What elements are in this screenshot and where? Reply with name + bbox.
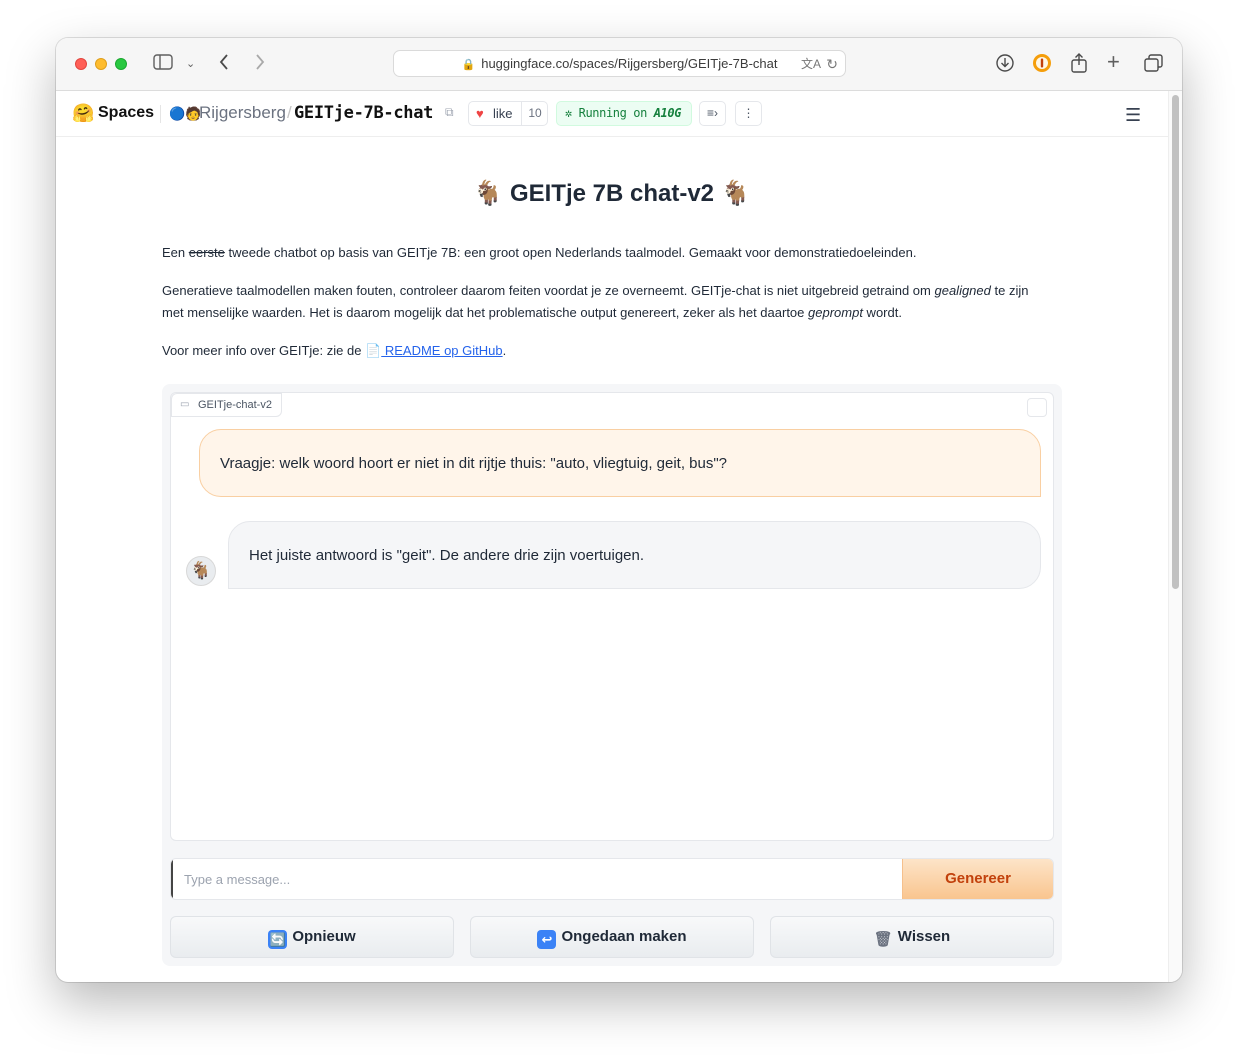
warning-paragraph: Generatieve taalmodellen maken fouten, c… [162,280,1052,324]
intro-struck: eerste [188,245,225,260]
browser-toolbar: ⌄ 🔒 huggingface.co/spaces/Rijgersberg/GEI… [56,38,1182,91]
download-icon[interactable] [995,53,1015,79]
scrollbar-thumb[interactable] [1172,95,1179,589]
bot-avatar: 🐐 [186,556,216,586]
warning-em2: geprompt [808,305,863,320]
tabs-overview-icon[interactable] [1144,54,1164,78]
user-message: Vraagje: welk woord hoort er niet in dit… [199,429,1041,497]
chatbot-label-text: GEITje-chat-v2 [198,399,272,411]
running-status-badge[interactable]: ✲ Running on A10G [556,101,692,126]
chatbot-label: ▭ GEITje-chat-v2 [171,393,282,417]
page-title: 🐐 GEITje 7B chat-v2 🐐 [473,180,751,207]
hamburger-menu-icon[interactable]: ☰ [1125,105,1141,126]
heart-icon: ♥ [476,106,484,121]
browser-window: ⌄ 🔒 huggingface.co/spaces/Rijgersberg/GEI… [56,38,1182,982]
chevron-down-icon[interactable]: ⌄ [186,54,195,74]
clear-button[interactable]: 🗑 Wissen [770,916,1054,958]
space-content: 🐐 GEITje 7B chat-v2 🐐 Een eerste tweede … [56,137,1168,982]
fullscreen-button[interactable] [1027,398,1047,417]
intro-rest: tweede chatbot op basis van GEITje 7B: e… [224,245,917,260]
new-tab-icon[interactable]: + [1107,51,1120,73]
warning-part1: Generatieve taalmodellen maken fouten, c… [162,283,935,298]
intro-paragraph: Een eerste tweede chatbot op basis van G… [162,242,1052,264]
undo-icon: ↩ [537,930,557,949]
forward-icon[interactable] [254,53,266,77]
path-separator: / [287,103,292,122]
retry-icon: 🔄 [268,930,288,949]
owner-avatar-icon[interactable]: 🔵🧑 [169,106,201,122]
owner-link[interactable]: Rijgersberg [199,103,286,123]
undo-button[interactable]: ↩ Ongedaan maken [470,916,754,958]
copy-icon[interactable]: ⧉ [445,105,454,120]
page-scrollbar[interactable] [1168,91,1182,982]
warning-part3: wordt. [862,305,902,320]
info-paragraph: Voor meer info over GEITje: zie de 📄 REA… [162,340,1052,362]
minimize-window-button[interactable] [95,58,107,70]
zoom-window-button[interactable] [115,58,127,70]
generate-button[interactable]: Genereer [902,859,1053,899]
info-prefix: Voor meer info over GEITje: zie de [162,343,366,358]
bot-message: Het juiste antwoord is "geit". De andere… [228,521,1041,589]
retry-label: Opnieuw [292,928,356,945]
chat-bubble-icon: ▭ [180,399,190,410]
playlist-icon[interactable]: ≡› [699,101,726,126]
share-icon[interactable] [1070,52,1088,80]
readme-link[interactable]: README op GitHub [381,343,503,358]
divider [160,105,161,123]
hf-header: 🤗 Spaces 🔵🧑 Rijgersberg / GEITje-7B-chat… [56,91,1168,137]
chatbot: ▭ GEITje-chat-v2 Vraagje: welk woord hoor… [170,392,1054,841]
sidebar-icon[interactable] [153,54,173,76]
spaces-link[interactable]: Spaces [98,104,154,122]
message-input[interactable] [171,859,903,899]
lock-icon: 🔒 [461,59,476,71]
like-label: like [493,106,513,121]
info-suffix: . [502,343,507,358]
reload-icon[interactable]: ↻ [826,51,838,77]
hardware-label: A10G [653,106,682,120]
like-button[interactable]: ♥ like 10 [468,101,548,126]
retry-button[interactable]: 🔄 Opnieuw [170,916,454,958]
trash-icon: 🗑 [873,931,893,948]
url-text: huggingface.co/spaces/Rijgersberg/GEITje… [481,56,778,71]
hugging-face-logo-icon[interactable]: 🤗 [72,103,94,124]
gradio-chat-block: ▭ GEITje-chat-v2 Vraagje: welk woord hoor… [162,384,1062,966]
document-icon: 📄 [365,343,382,358]
translate-icon[interactable]: 文A [801,51,821,77]
close-window-button[interactable] [75,58,87,70]
sparkle-icon: ✲ [565,106,572,120]
clear-label: Wissen [897,928,951,945]
warning-em1: gealigned [934,283,991,298]
password-icon[interactable] [1032,53,1052,79]
intro-prefix: Een [162,245,189,260]
address-bar[interactable]: 🔒 huggingface.co/spaces/Rijgersberg/GEITj… [393,50,846,77]
more-options-icon[interactable]: ⋮ [735,101,762,126]
undo-label: Ongedaan maken [561,928,687,945]
repo-name-link[interactable]: GEITje-7B-chat [294,103,433,123]
status-prefix: Running on [578,106,648,120]
like-count[interactable]: 10 [521,102,548,125]
message-input-row: Genereer [170,858,1054,900]
back-icon[interactable] [218,53,230,77]
